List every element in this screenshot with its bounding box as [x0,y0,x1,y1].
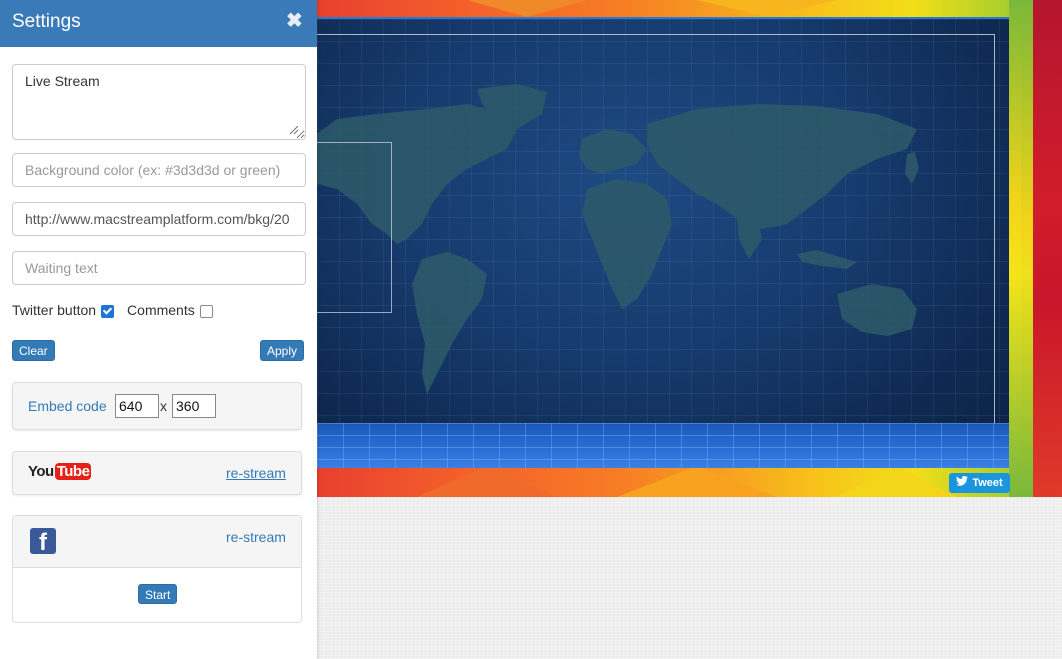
options-row: Twitter button Comments [12,302,213,318]
embed-code-link[interactable]: Embed code [28,398,107,414]
video-frame-border [317,34,995,426]
comments-label: Comments [127,302,195,318]
stage-accent-strip [1009,0,1021,497]
embed-dimension-separator: x [160,398,167,414]
tweet-label: Tweet [972,477,1003,489]
tweet-button[interactable]: Tweet [949,473,1010,493]
twitter-button-label: Twitter button [12,302,97,318]
youtube-logo: You Tube [28,463,92,480]
comments-checkbox[interactable] [199,304,213,318]
background-image-url-input[interactable] [12,202,306,236]
stage-right-edge [1021,0,1062,497]
embed-width-input[interactable] [115,394,159,418]
close-icon[interactable]: ✖ [286,8,303,33]
video-inset-frame [317,142,392,313]
embed-code-panel: Embed code x [12,382,302,430]
facebook-restream-link[interactable]: re-stream [226,529,286,545]
youtube-restream-link[interactable]: re-stream [226,465,286,481]
background-color-input[interactable] [12,153,306,187]
start-button[interactable]: Start [138,584,178,604]
settings-title: Settings [12,11,81,32]
embed-height-input[interactable] [172,394,216,418]
facebook-logo: f [30,528,56,554]
waiting-text-input[interactable] [12,251,306,285]
resize-grip-icon[interactable] [290,126,298,134]
youtube-restream-panel: You Tube re-stream [12,451,302,495]
settings-header: Settings ✖ [0,0,317,47]
apply-button[interactable]: Apply [260,340,305,361]
clear-button[interactable]: Clear [12,340,55,361]
facebook-restream-header: f re-stream [13,516,301,568]
facebook-restream-panel: f re-stream Start [12,515,302,623]
twitter-bird-icon [956,473,969,493]
twitter-button-checkbox[interactable] [101,304,115,318]
page-background [317,497,1062,659]
settings-panel: Settings ✖ Live Stream Twitter button Co… [0,0,317,659]
video-player[interactable] [317,17,1009,468]
stream-title-textarea[interactable]: Live Stream [12,64,306,140]
